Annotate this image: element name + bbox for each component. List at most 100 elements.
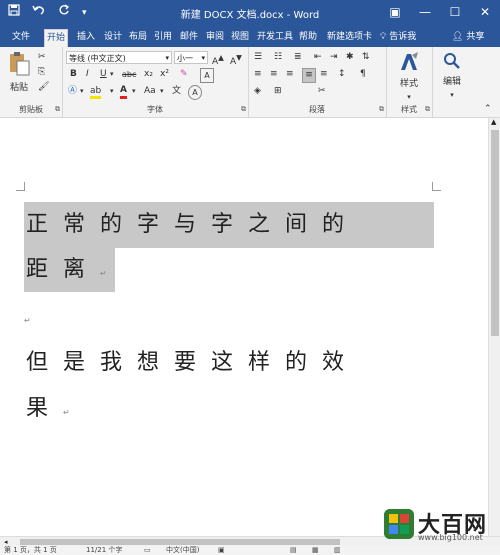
shrink-font-icon[interactable]: A▼ xyxy=(230,51,242,69)
proofing-icon[interactable]: ▭ xyxy=(144,546,151,555)
format-painter-icon[interactable]: 🖌︎ xyxy=(38,81,49,94)
ribbon: 粘贴 ✂ ⎘ 🖌︎ 剪贴板 ⧉ 等线 (中文正文) ▾ 小一 ▾ A▲ A▼ B I… xyxy=(0,47,500,118)
close-icon[interactable]: ✕ xyxy=(470,0,500,26)
paste-icon xyxy=(10,52,30,76)
align-right-icon[interactable]: ≡ xyxy=(286,68,294,81)
decrease-indent-icon[interactable]: ⇤ xyxy=(314,51,322,64)
bold-button[interactable]: B xyxy=(70,68,77,81)
margin-corner-left xyxy=(16,182,25,191)
change-case-dropdown-icon[interactable]: ▾ xyxy=(160,85,164,98)
italic-button[interactable]: I xyxy=(86,68,89,81)
enclose-characters-button[interactable]: A xyxy=(188,85,202,100)
underline-dropdown-icon[interactable]: ▾ xyxy=(110,68,114,81)
font-family-select[interactable]: 等线 (中文正文) ▾ xyxy=(66,51,172,64)
restore-ribbon-icon[interactable]: ▣ xyxy=(380,0,410,26)
underline-button[interactable]: U xyxy=(100,68,107,81)
chinese-layout-icon[interactable]: ✱ xyxy=(346,51,354,64)
bullets-icon[interactable]: ☰ xyxy=(254,51,262,64)
styles-launcher-icon[interactable]: ⧉ xyxy=(425,105,430,114)
minimize-icon[interactable]: — xyxy=(410,0,440,26)
grow-font-icon[interactable]: A▲ xyxy=(212,51,224,69)
read-mode-icon[interactable]: ▤ xyxy=(290,546,297,555)
text-effects-dropdown-icon[interactable]: ▾ xyxy=(80,85,84,98)
paragraph-2-line-2[interactable]: 果 ↵ xyxy=(24,386,434,432)
tell-me[interactable]: 💡︎ 告诉我 xyxy=(380,29,416,46)
tab-file[interactable]: 文件 xyxy=(10,29,32,46)
show-marks-icon[interactable]: ¶ xyxy=(360,68,366,81)
strikethrough-button[interactable]: abc xyxy=(122,68,136,81)
char-border-button[interactable]: A xyxy=(200,68,214,83)
tab-home[interactable]: 开始 xyxy=(44,29,69,48)
maximize-icon[interactable]: ☐ xyxy=(440,0,470,26)
document-area[interactable]: 正 常 的 字 与 字 之 间 的 距 离 ↵ ↵ 但 是 我 想 要 这 样 … xyxy=(0,118,488,536)
sort-icon[interactable]: ⇅ xyxy=(362,51,370,64)
align-left-icon[interactable]: ≡ xyxy=(254,68,262,81)
phonetic-guide-icon[interactable]: 文 xyxy=(172,85,181,98)
vertical-scrollbar[interactable]: ▲ xyxy=(488,118,500,536)
styles-button[interactable]: 样式 ▾ xyxy=(394,51,424,104)
find-icon xyxy=(444,53,460,69)
text-effects-icon[interactable]: Ⓐ xyxy=(68,85,77,98)
tab-view[interactable]: 视图 xyxy=(229,29,251,46)
word-count[interactable]: 11/21 个字 xyxy=(86,546,122,555)
highlight-dropdown-icon[interactable]: ▾ xyxy=(110,85,114,98)
tab-design[interactable]: 设计 xyxy=(102,29,124,46)
multilevel-list-icon[interactable]: ≣ xyxy=(294,51,302,64)
tab-developer[interactable]: 开发工具 xyxy=(255,29,295,46)
scroll-up-icon[interactable]: ▲ xyxy=(491,118,496,126)
clipboard-launcher-icon[interactable]: ⧉ xyxy=(55,105,60,114)
shading-icon[interactable]: ◈ xyxy=(254,85,261,98)
paste-button[interactable]: 粘贴 xyxy=(6,51,32,95)
paragraph-launcher-icon[interactable]: ⧉ xyxy=(379,105,384,114)
borders-icon[interactable]: ⊞ xyxy=(274,85,282,98)
distribute-icon[interactable]: ≡ xyxy=(320,68,328,81)
highlight-icon[interactable]: ab xyxy=(90,85,102,99)
copy-icon[interactable]: ⎘ xyxy=(38,66,45,79)
language-indicator[interactable]: 中文(中国) xyxy=(166,546,199,555)
collapse-ribbon-icon[interactable]: ⌃ xyxy=(484,103,492,116)
increase-indent-icon[interactable]: ⇥ xyxy=(330,51,338,64)
tab-new-tab[interactable]: 新建选项卡 xyxy=(325,29,374,46)
vertical-scroll-thumb[interactable] xyxy=(491,130,499,336)
page-count[interactable]: 第 1 页，共 1 页 xyxy=(4,546,57,555)
font-color-button[interactable]: A xyxy=(120,85,127,99)
empty-paragraph-mark: ↵ xyxy=(24,316,31,325)
print-layout-icon[interactable]: ▦ xyxy=(312,546,319,555)
justify-icon[interactable]: ≡ xyxy=(302,68,316,83)
editing-button[interactable]: 编辑 ▾ xyxy=(438,51,466,102)
person-icon: 👤︎ xyxy=(452,32,464,42)
paragraph-2-line-1[interactable]: 但 是 我 想 要 这 样 的 效 xyxy=(24,340,434,386)
numbering-icon[interactable]: ☷ xyxy=(274,51,282,64)
superscript-button[interactable]: x² xyxy=(160,68,169,81)
align-center-icon[interactable]: ≡ xyxy=(270,68,278,81)
status-bar: 第 1 页，共 1 页 11/21 个字 ▭ 中文(中国) ▣ ▤ ▦ ▥ xyxy=(0,546,500,555)
asian-layout-icon[interactable]: ✂ xyxy=(318,85,326,98)
tab-layout[interactable]: 布局 xyxy=(127,29,149,46)
cut-icon[interactable]: ✂ xyxy=(38,51,46,64)
macro-icon[interactable]: ▣ xyxy=(218,546,225,555)
line-spacing-icon[interactable]: ↕ xyxy=(338,68,346,81)
web-layout-icon[interactable]: ▥ xyxy=(334,546,341,555)
paragraph-1-line-2[interactable]: 距 离 ↵ xyxy=(24,248,115,292)
change-case-button[interactable]: Aa xyxy=(144,85,156,98)
tab-references[interactable]: 引用 xyxy=(152,29,174,46)
tab-insert[interactable]: 插入 xyxy=(75,29,97,46)
font-size-select[interactable]: 小一 ▾ xyxy=(174,51,208,64)
clipboard-label: 剪贴板 xyxy=(19,105,43,114)
share-button[interactable]: 👤︎ 共享 xyxy=(452,29,484,46)
tab-help[interactable]: 帮助 xyxy=(297,29,319,46)
paragraph-1[interactable]: 正 常 的 字 与 字 之 间 的 距 离 ↵ xyxy=(24,202,434,292)
paragraph-2[interactable]: 但 是 我 想 要 这 样 的 效 果 ↵ xyxy=(24,340,434,432)
paragraph-group: ☰ ☷ ≣ ⇤ ⇥ ✱ ⇅ ≡ ≡ ≡ ≡ ≡ ↕ ¶ ◈ ⊞ ✂ 段落 ⧉ xyxy=(248,47,387,117)
tab-mailings[interactable]: 邮件 xyxy=(178,29,200,46)
tab-review[interactable]: 审阅 xyxy=(204,29,226,46)
paragraph-1-line-1[interactable]: 正 常 的 字 与 字 之 间 的 xyxy=(24,202,434,248)
clear-formatting-icon[interactable]: ✎ xyxy=(180,68,188,81)
word-window: ▾ 新建 DOCX 文档.docx - Word ▣ — ☐ ✕ 文件 开始 插… xyxy=(0,0,500,555)
subscript-button[interactable]: x₂ xyxy=(144,68,153,81)
margin-corner-right xyxy=(432,182,441,191)
horizontal-scroll-thumb[interactable] xyxy=(20,539,340,545)
font-color-dropdown-icon[interactable]: ▾ xyxy=(132,85,136,98)
window-controls: ▣ — ☐ ✕ xyxy=(380,0,500,26)
font-launcher-icon[interactable]: ⧉ xyxy=(241,105,246,114)
